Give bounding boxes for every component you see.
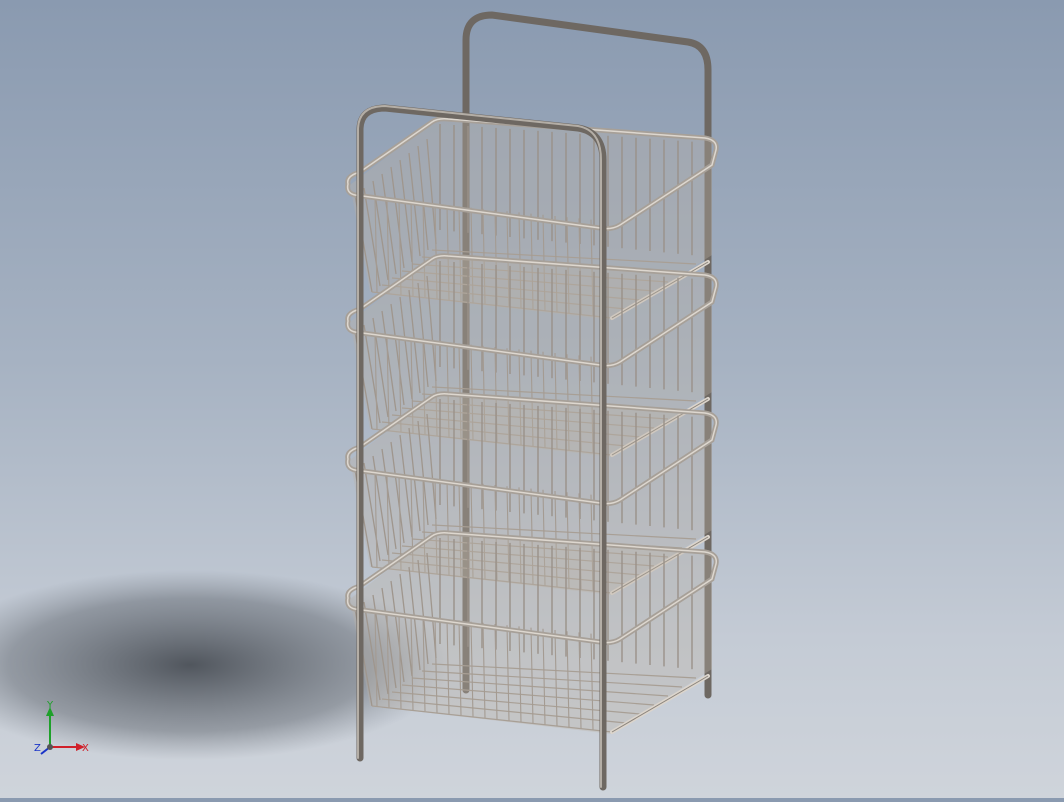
model-view[interactable]	[0, 0, 1064, 798]
basket-4	[345, 530, 719, 734]
cad-viewport[interactable]: Y X Z	[0, 0, 1064, 798]
orientation-triad[interactable]: Y X Z	[30, 700, 100, 770]
triad-origin	[47, 744, 53, 750]
basket-stack	[345, 116, 719, 734]
y-axis-label: Y	[46, 700, 54, 711]
z-axis-label: Z	[34, 743, 41, 754]
x-axis-label: X	[82, 743, 89, 754]
